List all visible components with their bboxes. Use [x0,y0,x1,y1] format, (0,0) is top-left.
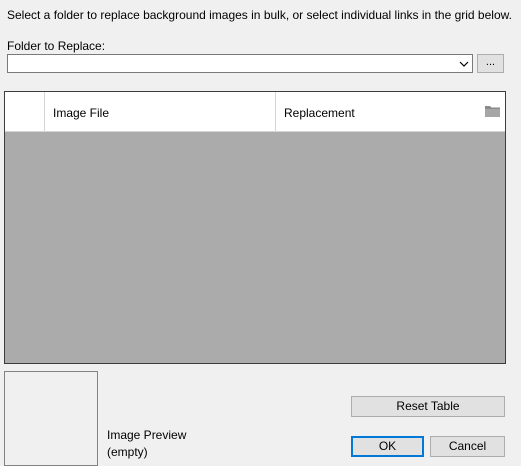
replacement-column-label: Replacement [284,106,355,120]
browse-folder-button[interactable]: ... [477,54,504,73]
image-preview-status: (empty) [107,445,148,459]
grid-column-image-file[interactable]: Image File [45,92,276,131]
folder-icon[interactable] [484,104,501,118]
ok-button[interactable]: OK [351,436,424,457]
image-file-column-label: Image File [53,106,110,120]
instruction-text: Select a folder to replace background im… [7,8,512,22]
grid-column-replacement[interactable]: Replacement [276,92,505,131]
grid-header-row: Image File Replacement [5,92,505,132]
image-preview-box [4,371,98,466]
reset-table-button[interactable]: Reset Table [351,396,505,417]
grid-row-header-column[interactable] [5,92,45,131]
folder-to-replace-label: Folder to Replace: [7,39,106,53]
image-preview-label: Image Preview [107,428,187,442]
folder-to-replace-combobox[interactable] [7,54,473,73]
cancel-button[interactable]: Cancel [430,436,505,457]
chevron-down-icon[interactable] [459,59,469,69]
image-replacement-grid[interactable]: Image File Replacement [4,91,506,364]
